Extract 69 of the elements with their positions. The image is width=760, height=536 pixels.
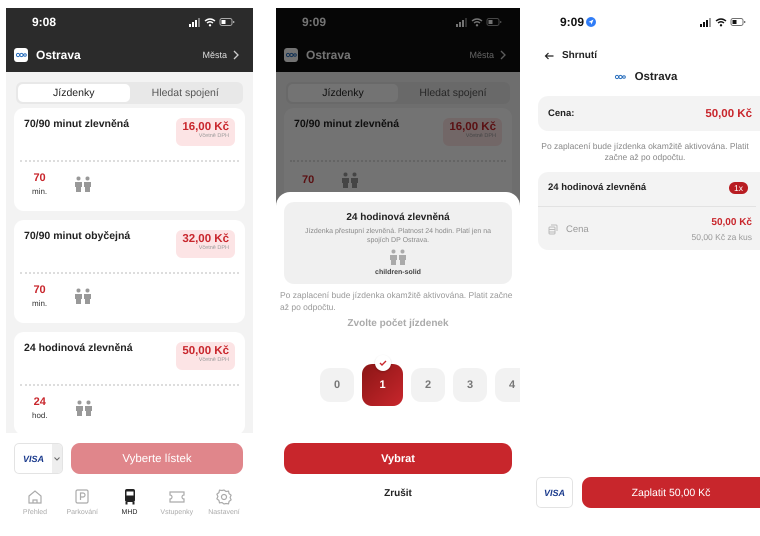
duration-value: 70 [33, 172, 46, 184]
visa-logo: VISA [22, 454, 46, 464]
item-price: 50,00 Kč [711, 216, 752, 228]
parking-icon [73, 488, 92, 506]
chevron-down-icon [54, 456, 60, 460]
item-name: 24 hodinová zlevněná [548, 182, 646, 194]
duration-unit: min. [32, 299, 48, 308]
activation-notice: Po zaplacení bude jízdenka okamžitě aktivována. Platit začne až po odpočtu. [540, 141, 750, 164]
count-option[interactable]: 0 [320, 368, 354, 402]
ticket-title: 24 hodinová zlevněná [346, 212, 450, 223]
activation-notice: Po zaplacení bude jízdenka okamžitě aktivována. Platit začne až po odpočtu. [279, 290, 514, 314]
check-icon [378, 360, 386, 366]
status-icons-drawing [189, 17, 235, 27]
duration-value: 70 [33, 284, 46, 296]
people-icon [73, 288, 94, 304]
total-price: 50,00 Kč [705, 108, 752, 120]
card-selector[interactable]: VISA [536, 477, 573, 508]
item-price-label: Cena [566, 224, 589, 235]
ticket-name: 24 hodinová zlevněná [24, 342, 133, 356]
people-icon [340, 172, 360, 188]
duration-value: 24 [34, 396, 46, 408]
status-icons-drawing [700, 17, 746, 27]
people-icon [388, 249, 408, 266]
count-option[interactable]: 3 [453, 368, 487, 402]
settings-icon [215, 488, 233, 506]
cities-link[interactable]: Města [469, 50, 506, 60]
tab[interactable]: Jízdenky [288, 84, 398, 102]
tab[interactable]: Jízdenky [18, 84, 130, 102]
cancel-button[interactable]: Zrušit [378, 486, 418, 502]
location-icon [586, 17, 596, 27]
logo-icon [14, 48, 28, 62]
status-time: 9:08 [32, 15, 56, 29]
price: 16,00 Kč [449, 121, 496, 133]
cities-link[interactable]: Města [202, 50, 239, 60]
city-title: Ostrava [306, 48, 352, 62]
ticket-name: 70/90 minut obyčejná [24, 230, 130, 244]
logo-icon [284, 48, 298, 62]
city-title: Ostrava [36, 48, 82, 62]
count-option[interactable]: 4 [495, 368, 520, 402]
price: 50,00 Kč [182, 345, 229, 357]
city-title: Ostrava [634, 71, 678, 83]
chevron-right-icon [233, 50, 239, 60]
price: 32,00 Kč [182, 233, 229, 245]
ticket-name: 70/90 minut zlevněná [294, 118, 400, 132]
count-option[interactable]: 2 [411, 368, 445, 402]
visa-logo: VISA [544, 488, 565, 498]
pay-button[interactable]: Zaplatit 50,00 Kč [582, 477, 760, 508]
people-icon [74, 400, 94, 416]
card-selector[interactable]: VISA [14, 443, 64, 474]
unit-price: 50,00 Kč za kus [692, 232, 752, 242]
chevron-right-icon [500, 50, 506, 60]
count-option[interactable]: 1 [362, 364, 403, 406]
duration-unit: hod. [32, 411, 48, 420]
coins-icon [548, 224, 558, 235]
people-icon [73, 176, 94, 192]
status-time: 9:09 [560, 15, 584, 29]
back-arrow-icon[interactable] [544, 52, 554, 60]
quantity-badge: 1x [729, 182, 748, 194]
home-icon [26, 488, 44, 506]
ticket-name: 70/90 minut zlevněná [24, 118, 130, 132]
count-prompt: Zvolte počet jízdenek [346, 318, 450, 330]
status-time: 9:09 [302, 15, 326, 29]
page-title: Shrnutí [562, 50, 597, 61]
duration-value: 70 [302, 174, 314, 186]
price-label: Cena: [548, 108, 574, 119]
tab[interactable]: Hledat spojení [130, 84, 241, 102]
duration-unit: min. [32, 187, 48, 196]
price: 16,00 Kč [182, 121, 229, 133]
confirm-button[interactable]: Vybrat [284, 443, 512, 474]
